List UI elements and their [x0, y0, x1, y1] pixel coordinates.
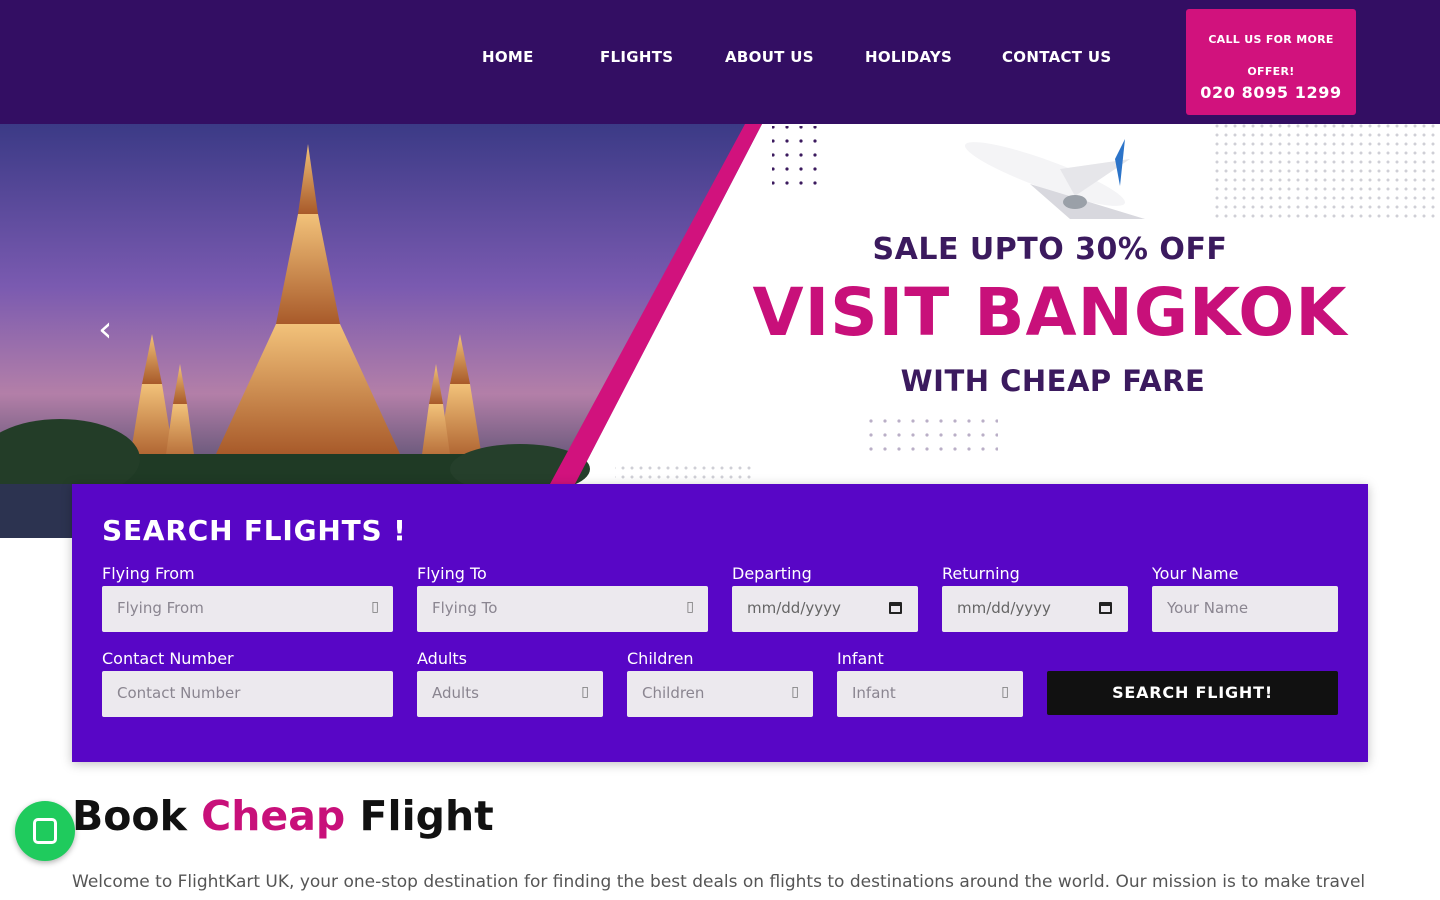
flying-to-label: Flying To: [417, 564, 487, 583]
carousel-prev-icon[interactable]: ‹: [98, 312, 112, 348]
call-us-button[interactable]: CALL US FOR MORE OFFER! 020 8095 1299: [1186, 9, 1356, 115]
whatsapp-button[interactable]: [15, 801, 75, 861]
children-label: Children: [627, 649, 694, 668]
title-word-flight: Flight: [359, 792, 494, 840]
hero-banner: SALE UPTO 30% OFF VISIT BANGKOK WITH CHE…: [0, 124, 1440, 538]
children-placeholder: Children: [642, 684, 705, 702]
departing-placeholder: mm/dd/yyyy: [747, 599, 841, 617]
map-marker-icon: ▯: [686, 599, 694, 615]
hero-headline: VISIT BANGKOK: [752, 274, 1348, 351]
cta-line-1: CALL US FOR MORE: [1208, 33, 1334, 46]
infant-placeholder: Infant: [852, 684, 896, 702]
carousel-next-icon[interactable]: ›: [1322, 317, 1336, 353]
your-name-input[interactable]: Your Name: [1152, 586, 1338, 632]
children-select[interactable]: Children ▯: [627, 671, 813, 717]
departing-label: Departing: [732, 564, 812, 583]
intro-paragraph: Welcome to FlightKart UK, your one-stop …: [72, 872, 1366, 892]
adults-label: Adults: [417, 649, 468, 668]
search-title: SEARCH FLIGHTS !: [102, 514, 407, 547]
returning-label: Returning: [942, 564, 1020, 583]
returning-date-input[interactable]: mm/dd/yyyy: [942, 586, 1128, 632]
site-header: HOME FLIGHTS ABOUT US HOLIDAYS CONTACT U…: [0, 0, 1440, 124]
flying-from-label: Flying From: [102, 564, 195, 583]
user-icon: ▯: [791, 684, 799, 700]
map-marker-icon: ▯: [371, 599, 379, 615]
adults-placeholder: Adults: [432, 684, 479, 702]
contact-number-label: Contact Number: [102, 649, 234, 668]
search-flights-panel: SEARCH FLIGHTS ! Flying From Flying From…: [72, 484, 1368, 762]
your-name-label: Your Name: [1152, 564, 1239, 583]
page-title: Book Cheap Flight: [72, 792, 494, 840]
search-flight-button[interactable]: SEARCH FLIGHT!: [1047, 671, 1338, 715]
calendar-icon[interactable]: [889, 602, 902, 614]
cta-phone: 020 8095 1299: [1200, 83, 1342, 102]
flying-to-placeholder: Flying To: [432, 599, 498, 617]
cta-line-2: OFFER!: [1247, 65, 1295, 78]
nav-home[interactable]: HOME: [482, 48, 534, 66]
adults-select[interactable]: Adults ▯: [417, 671, 603, 717]
infant-label: Infant: [837, 649, 884, 668]
calendar-icon[interactable]: [1099, 602, 1112, 614]
nav-about-us[interactable]: ABOUT US: [725, 48, 814, 66]
user-icon: ▯: [581, 684, 589, 700]
infant-select[interactable]: Infant ▯: [837, 671, 1023, 717]
flying-from-placeholder: Flying From: [117, 599, 204, 617]
user-icon: ▯: [1001, 684, 1009, 700]
flying-to-input[interactable]: Flying To ▯: [417, 586, 708, 632]
title-word-book: Book: [72, 792, 187, 840]
whatsapp-icon: [33, 818, 57, 844]
title-word-cheap: Cheap: [201, 792, 346, 840]
hero-tagline: WITH CHEAP FARE: [900, 364, 1206, 398]
flying-from-input[interactable]: Flying From ▯: [102, 586, 393, 632]
your-name-placeholder: Your Name: [1167, 599, 1249, 617]
contact-number-placeholder: Contact Number: [117, 684, 241, 702]
nav-holidays[interactable]: HOLIDAYS: [865, 48, 952, 66]
departing-date-input[interactable]: mm/dd/yyyy: [732, 586, 918, 632]
contact-number-input[interactable]: Contact Number: [102, 671, 393, 717]
airplane-icon: [964, 139, 1145, 219]
hero-sale-text: SALE UPTO 30% OFF: [872, 232, 1228, 267]
returning-placeholder: mm/dd/yyyy: [957, 599, 1051, 617]
nav-flights[interactable]: FLIGHTS: [600, 48, 673, 66]
nav-contact-us[interactable]: CONTACT US: [1002, 48, 1111, 66]
